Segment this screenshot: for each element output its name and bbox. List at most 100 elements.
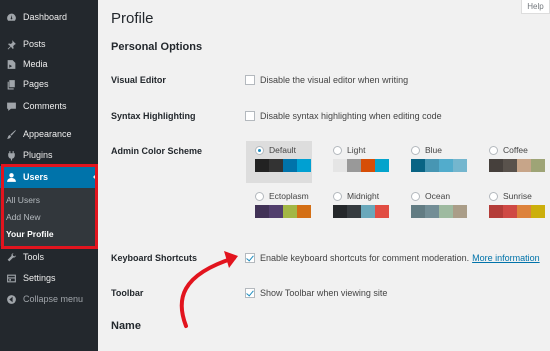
color-scheme-radio[interactable] [255, 145, 264, 155]
sidebar-item-plugins[interactable]: Plugins [0, 144, 98, 166]
color-swatch [361, 159, 375, 172]
color-swatches [411, 159, 467, 172]
color-scheme-radio[interactable] [255, 191, 264, 201]
color-scheme-name: Blue [425, 145, 443, 155]
keyboard-shortcuts-text: Enable keyboard shortcuts for comment mo… [260, 253, 470, 263]
color-swatch [517, 159, 531, 172]
color-scheme-radio[interactable] [489, 145, 498, 155]
section-heading-personal-options: Personal Options [111, 41, 203, 53]
sidebar-item-pages[interactable]: Pages [0, 73, 98, 95]
color-swatch [503, 159, 517, 172]
color-scheme-light[interactable]: Light [324, 141, 390, 183]
syntax-highlighting-option[interactable]: Disable syntax highlighting when editing… [245, 111, 442, 121]
color-scheme-ocean[interactable]: Ocean [402, 187, 468, 229]
visual-editor-label: Visual Editor [111, 75, 166, 85]
color-swatch [531, 205, 545, 218]
annotation-arrow-head [224, 251, 238, 268]
color-swatch [283, 205, 297, 218]
color-scheme-name: Default [269, 145, 296, 155]
color-swatch [425, 159, 439, 172]
keyboard-shortcuts-checkbox[interactable] [245, 253, 255, 263]
section-heading-name: Name [111, 320, 141, 332]
color-scheme-midnight[interactable]: Midnight [324, 187, 390, 229]
color-swatch [489, 159, 503, 172]
color-swatch [333, 159, 347, 172]
pin-icon [5, 38, 17, 50]
sidebar-item-label: Dashboard [23, 12, 68, 22]
color-swatch [375, 205, 389, 218]
sidebar-item-appearance[interactable]: Appearance [0, 123, 98, 145]
sidebar-item-label: Pages [23, 79, 49, 89]
collapse-icon [5, 293, 17, 305]
more-information-link[interactable]: More information [472, 253, 540, 263]
sidebar-item-media[interactable]: Media [0, 53, 98, 75]
color-scheme-radio[interactable] [333, 145, 342, 155]
sidebar-item-posts[interactable]: Posts [0, 33, 98, 55]
color-swatches [255, 159, 311, 172]
color-swatch [269, 205, 283, 218]
color-swatch [503, 205, 517, 218]
sidebar-item-label: Media [23, 59, 48, 69]
color-swatch [531, 159, 545, 172]
color-scheme-name: Coffee [503, 145, 528, 155]
color-swatch [361, 205, 375, 218]
syntax-highlighting-label: Syntax Highlighting [111, 111, 196, 121]
color-swatch [517, 205, 531, 218]
color-swatch [453, 159, 467, 172]
color-scheme-name: Light [347, 145, 366, 155]
help-tab[interactable]: Help [521, 0, 550, 14]
color-scheme-radio[interactable] [489, 191, 498, 201]
color-scheme-header: Default [255, 145, 296, 155]
keyboard-shortcuts-option[interactable]: Enable keyboard shortcuts for comment mo… [245, 253, 540, 263]
color-swatch [333, 205, 347, 218]
visual-editor-text: Disable the visual editor when writing [260, 75, 409, 85]
color-swatches [255, 205, 311, 218]
color-scheme-radio[interactable] [411, 145, 420, 155]
sidebar-item-label: Appearance [23, 129, 72, 139]
color-scheme-sunrise[interactable]: Sunrise [480, 187, 546, 229]
color-swatch [255, 159, 269, 172]
color-swatch [453, 205, 467, 218]
color-swatches [333, 159, 389, 172]
color-scheme-header: Coffee [489, 145, 528, 155]
toolbar-label: Toolbar [111, 288, 144, 298]
sidebar-item-tools[interactable]: Tools [0, 246, 98, 268]
color-swatch [489, 205, 503, 218]
visual-editor-option[interactable]: Disable the visual editor when writing [245, 75, 408, 85]
color-scheme-radio[interactable] [411, 191, 420, 201]
color-scheme-coffee[interactable]: Coffee [480, 141, 546, 183]
sidebar-item-label: Collapse menu [23, 294, 84, 304]
color-swatches [411, 205, 467, 218]
syntax-highlighting-checkbox[interactable] [245, 111, 255, 121]
color-swatch [283, 159, 297, 172]
wrench-icon [5, 251, 17, 263]
color-swatch [425, 205, 439, 218]
sidebar-item-label: Comments [23, 101, 67, 111]
color-scheme-name: Ectoplasm [269, 191, 309, 201]
color-scheme-label: Admin Color Scheme [111, 146, 203, 156]
color-swatch [347, 205, 361, 218]
users-highlight-box [1, 164, 98, 249]
color-swatch [439, 205, 453, 218]
collapse-menu-button[interactable]: Collapse menu [0, 288, 98, 310]
sidebar-item-settings[interactable]: Settings [0, 267, 98, 289]
color-scheme-header: Midnight [333, 191, 379, 201]
color-scheme-blue[interactable]: Blue [402, 141, 468, 183]
toolbar-checkbox[interactable] [245, 288, 255, 298]
color-scheme-radio[interactable] [333, 191, 342, 201]
color-swatches [333, 205, 389, 218]
color-scheme-ectoplasm[interactable]: Ectoplasm [246, 187, 312, 229]
color-swatch [347, 159, 361, 172]
color-scheme-name: Midnight [347, 191, 380, 201]
color-scheme-name: Sunrise [503, 191, 532, 201]
color-swatch [375, 159, 389, 172]
sidebar-item-comments[interactable]: Comments [0, 95, 98, 117]
sidebar-item-dashboard[interactable]: Dashboard [0, 6, 98, 28]
toolbar-option[interactable]: Show Toolbar when viewing site [245, 288, 387, 298]
visual-editor-checkbox[interactable] [245, 75, 255, 85]
color-swatches [489, 205, 545, 218]
color-scheme-default[interactable]: Default [246, 141, 312, 183]
color-swatch [255, 205, 269, 218]
comments-icon [5, 100, 17, 112]
color-swatch [411, 205, 425, 218]
